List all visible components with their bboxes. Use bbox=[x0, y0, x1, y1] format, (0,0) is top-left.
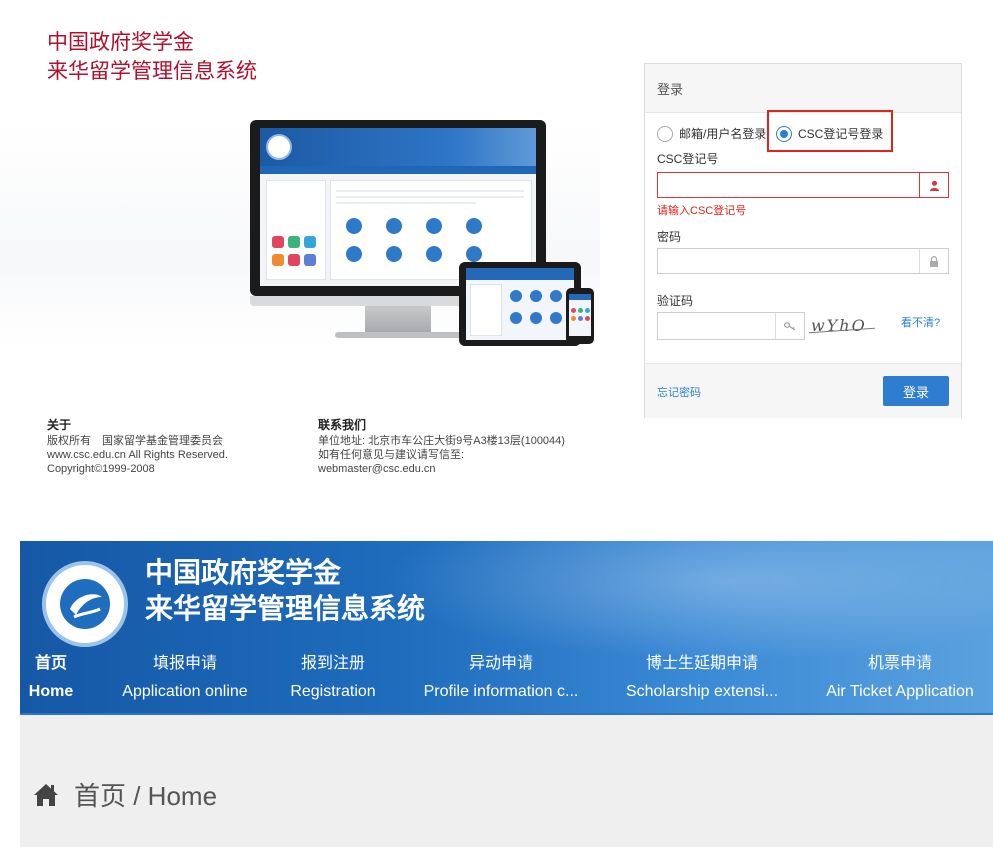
nav-home[interactable]: 首页 Home bbox=[20, 653, 82, 703]
about-line: www.csc.edu.cn All Rights Reserved. bbox=[47, 449, 228, 461]
banner-title: 中国政府奖学金 来华留学管理信息系统 bbox=[145, 555, 425, 627]
page-title: 首页 / Home bbox=[74, 781, 218, 811]
nav-application-en: Application online bbox=[122, 683, 248, 700]
tablet-illustration bbox=[459, 262, 581, 346]
nav-profile-information[interactable]: 异动申请 Profile information c... bbox=[406, 653, 596, 703]
banner-title-line1: 中国政府奖学金 bbox=[145, 557, 342, 588]
login-header: 登录 bbox=[645, 64, 961, 113]
nav-air-ticket-zh: 机票申请 bbox=[867, 655, 932, 672]
radio-email-login[interactable] bbox=[657, 126, 673, 142]
nav-registration[interactable]: 报到注册 Registration bbox=[278, 653, 388, 703]
refresh-captcha-link[interactable]: 看不清? bbox=[901, 314, 940, 330]
nav-home-zh: 首页 bbox=[34, 655, 67, 672]
site-title: 中国政府奖学金 来华留学管理信息系统 bbox=[47, 28, 257, 86]
about-line: Copyright©1999-2008 bbox=[47, 463, 155, 475]
lock-icon bbox=[919, 249, 948, 273]
contact-line: 单位地址: 北京市车公庄大街9号A3楼13层(100044) bbox=[318, 435, 565, 447]
csc-error-message: 请输入CSC登记号 bbox=[657, 205, 747, 217]
nav-scholarship-en: Scholarship extensi... bbox=[625, 683, 779, 700]
about-heading: 关于 bbox=[47, 418, 72, 432]
forgot-password-link[interactable]: 忘记密码 bbox=[657, 384, 701, 400]
login-button[interactable]: 登录 bbox=[883, 376, 949, 406]
contact-heading: 联系我们 bbox=[318, 418, 367, 432]
about-section: 版权所有 国家留学基金管理委员会 www.csc.edu.cn All Righ… bbox=[47, 434, 228, 476]
site-title-line2: 来华留学管理信息系统 bbox=[47, 60, 257, 83]
login-panel: 登录 邮箱/用户名登录 CSC登记号登录 CSC登记号 请输入CSC登记号 密码… bbox=[644, 63, 962, 418]
nav-air-ticket[interactable]: 机票申请 Air Ticket Application bbox=[810, 653, 990, 703]
user-icon bbox=[919, 173, 948, 197]
system-banner: 中国政府奖学金 来华留学管理信息系统 首页 Home 填报申请 Applicat… bbox=[20, 541, 993, 715]
login-title: 登录 bbox=[657, 82, 684, 97]
nav-profile-en: Profile information c... bbox=[423, 683, 579, 700]
nav-scholarship-zh: 博士生延期申请 bbox=[645, 655, 758, 672]
password-label: 密码 bbox=[657, 230, 682, 244]
page-heading: 首页 / Home bbox=[32, 776, 217, 813]
monitor-base bbox=[335, 332, 461, 338]
contact-section: 单位地址: 北京市车公庄大街9号A3楼13层(100044) 如有任何意见与建议… bbox=[318, 434, 565, 476]
csc-label: CSC登记号 bbox=[657, 152, 719, 166]
radio-csc-login[interactable] bbox=[776, 126, 792, 142]
login-footer: 忘记密码 登录 bbox=[645, 363, 961, 418]
monitor-stand bbox=[365, 306, 431, 332]
radio-csc-label[interactable]: CSC登记号登录 bbox=[798, 125, 883, 142]
csc-logo-icon bbox=[42, 561, 128, 647]
nav-home-en: Home bbox=[28, 683, 74, 700]
password-input[interactable] bbox=[657, 248, 949, 274]
nav-scholarship-extension[interactable]: 博士生延期申请 Scholarship extensi... bbox=[612, 653, 792, 703]
captcha-input[interactable] bbox=[657, 312, 805, 340]
about-line: 版权所有 国家留学基金管理委员会 bbox=[47, 435, 223, 447]
nav-application-online[interactable]: 填报申请 Application online bbox=[112, 653, 258, 703]
nav-registration-en: Registration bbox=[290, 683, 376, 700]
nav-air-ticket-en: Air Ticket Application bbox=[826, 683, 974, 700]
nav-registration-zh: 报到注册 bbox=[300, 655, 365, 672]
contact-email[interactable]: webmaster@csc.edu.cn bbox=[318, 462, 565, 476]
csc-input[interactable] bbox=[657, 172, 949, 198]
contact-line: 如有任何意见与建议请写信至: bbox=[318, 449, 465, 461]
key-icon bbox=[775, 313, 804, 339]
main-nav: 首页 Home 填报申请 Application online 报到注册 Reg… bbox=[20, 653, 993, 713]
phone-illustration bbox=[566, 288, 594, 344]
nav-profile-zh: 异动申请 bbox=[468, 655, 533, 672]
radio-email-label[interactable]: 邮箱/用户名登录 bbox=[679, 125, 766, 142]
nav-application-zh: 填报申请 bbox=[152, 655, 217, 672]
home-icon bbox=[32, 782, 60, 808]
site-title-line1: 中国政府奖学金 bbox=[47, 31, 194, 54]
captcha-label: 验证码 bbox=[657, 294, 694, 308]
banner-title-line2: 来华留学管理信息系统 bbox=[145, 593, 426, 624]
